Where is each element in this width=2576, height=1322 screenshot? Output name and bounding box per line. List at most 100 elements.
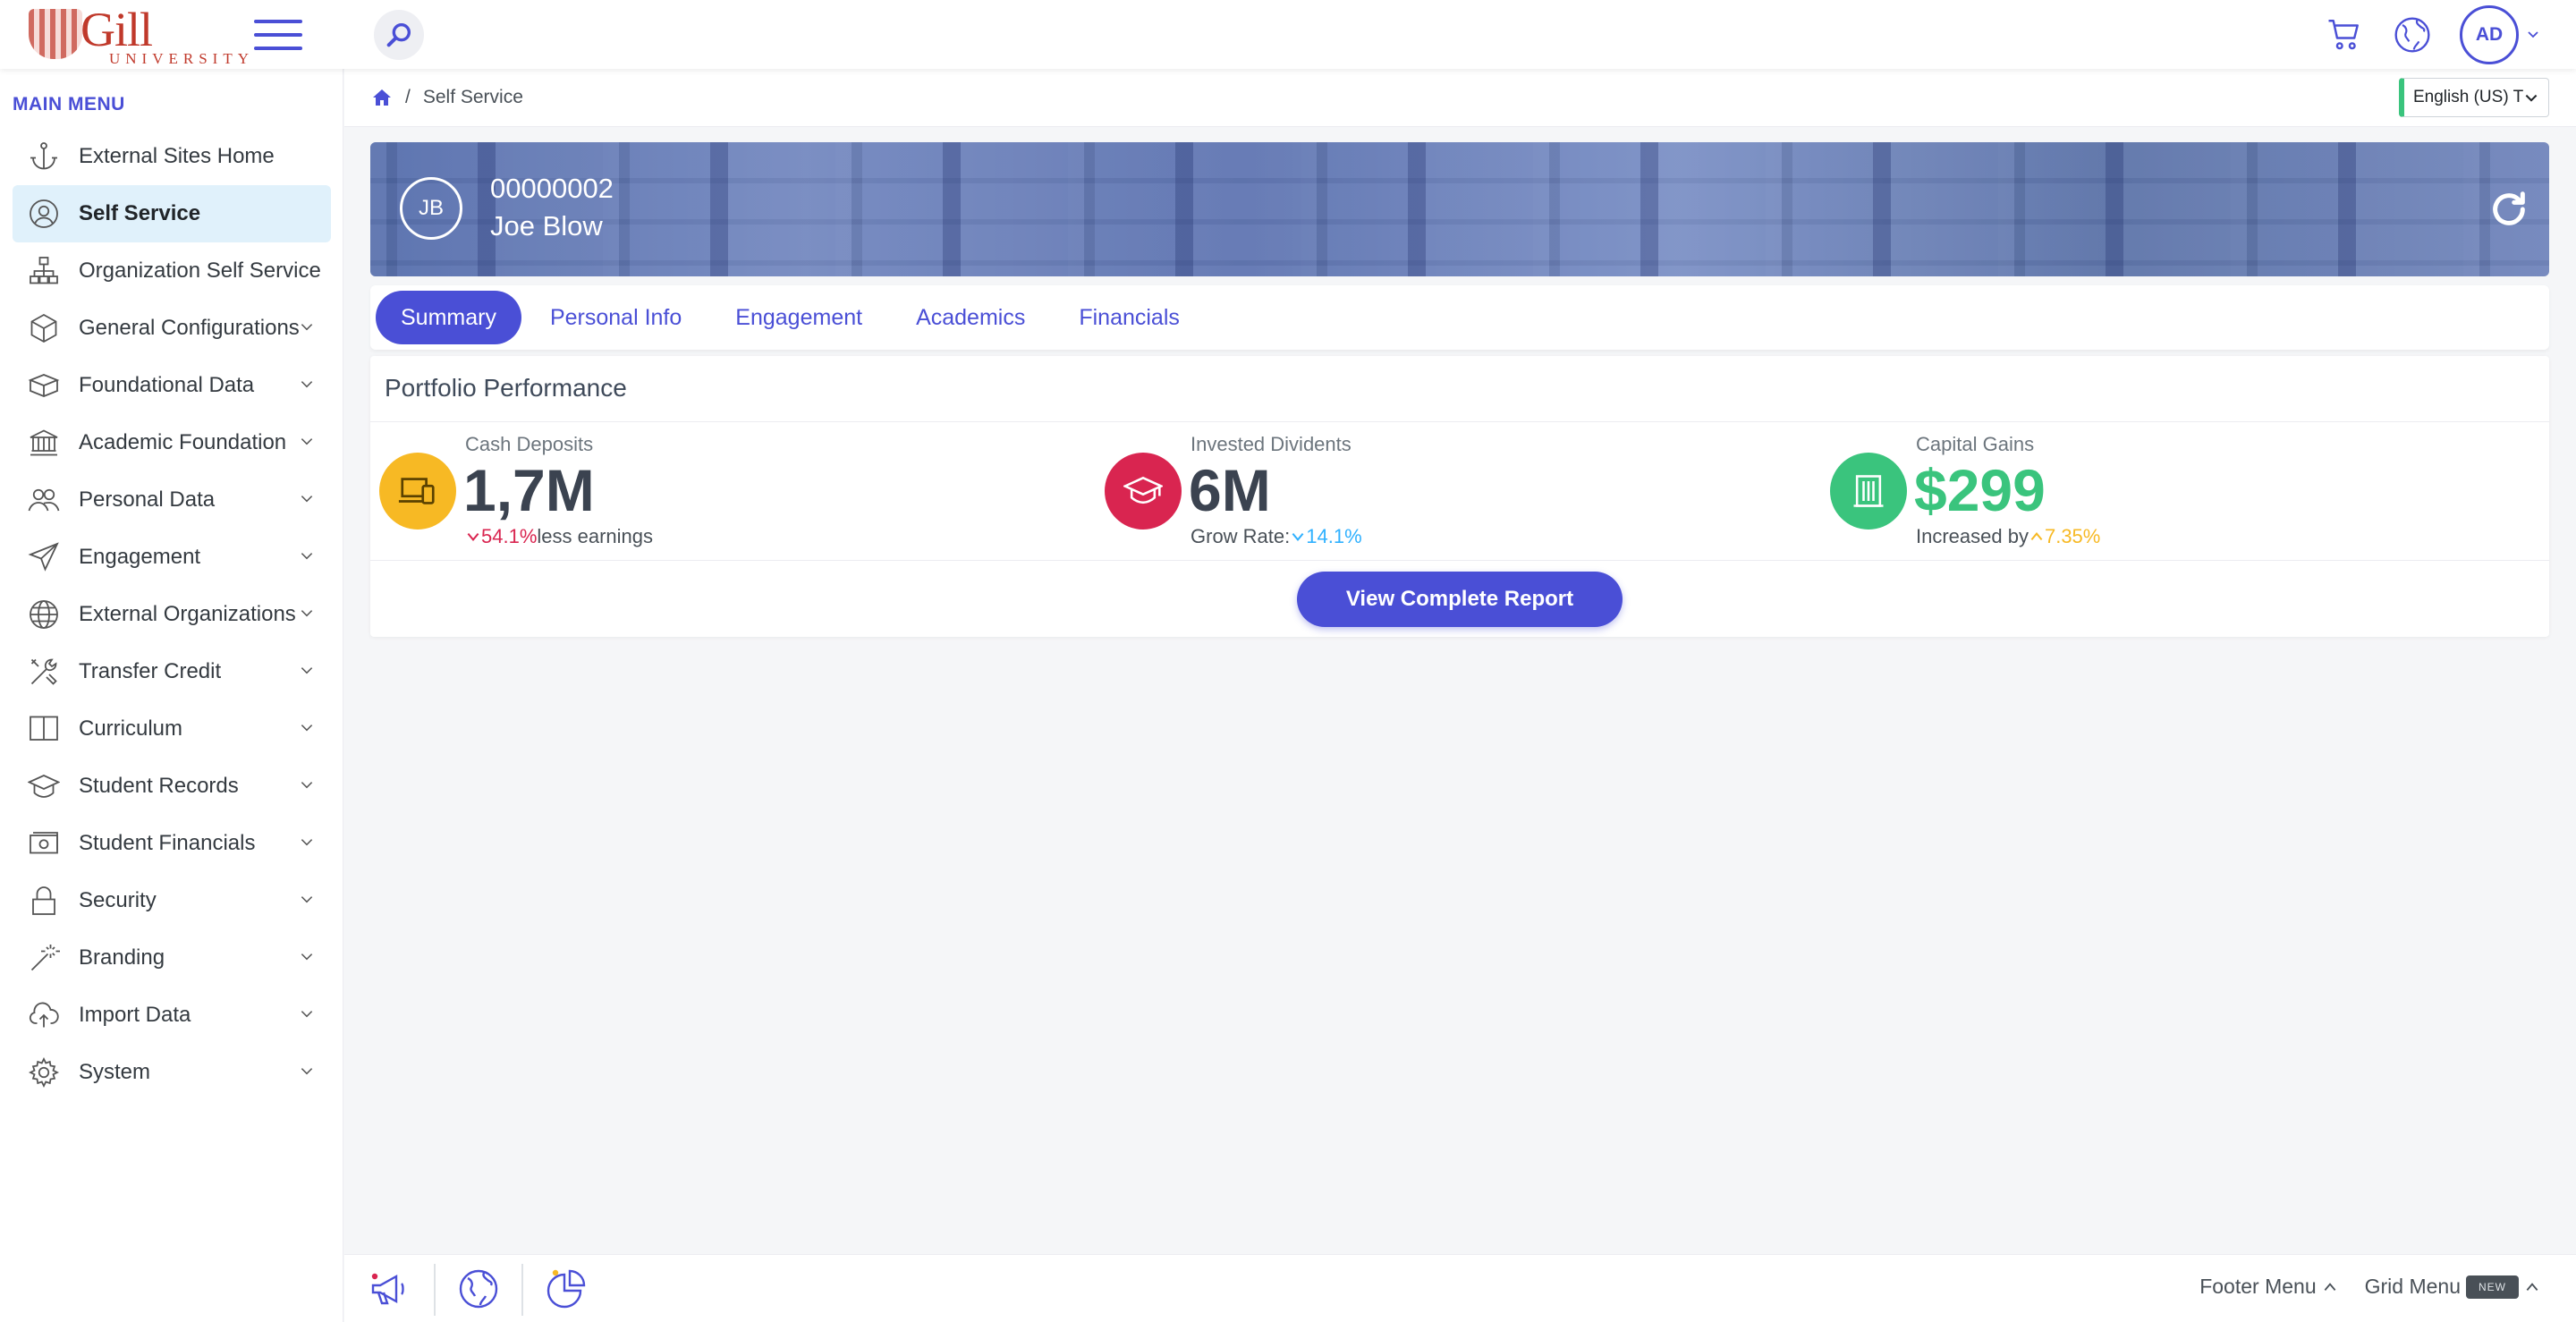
sidebar-item-label: Security (79, 888, 157, 912)
sidebar-item-label: System (79, 1060, 151, 1084)
metric-suffix: less earnings (537, 525, 654, 547)
globe-button[interactable] (2392, 14, 2433, 55)
tab-engagement[interactable]: Engagement (710, 291, 887, 344)
globe-icon (2394, 17, 2430, 53)
sidebar-item-curriculum[interactable]: Curriculum (13, 700, 331, 758)
chevron-down-icon (301, 324, 313, 331)
box-icon (27, 311, 61, 345)
sidebar-item-foundational-data[interactable]: Foundational Data (13, 357, 331, 414)
search-button[interactable] (374, 10, 424, 60)
view-complete-report-button[interactable]: View Complete Report (1297, 572, 1623, 627)
tab-summary[interactable]: Summary (376, 291, 521, 344)
chevron-down-icon (301, 553, 313, 560)
grid-menu-toggle[interactable]: Grid Menu NEW (2365, 1275, 2540, 1299)
sidebar-item-student-records[interactable]: Student Records (13, 758, 331, 815)
metric-value: 1,7M (463, 457, 595, 523)
divider (370, 560, 2549, 561)
profile-tabs: Summary Personal Info Engagement Academi… (370, 285, 2549, 350)
breadcrumb-separator: / (405, 87, 411, 107)
metric-percent: 54.1% (481, 525, 538, 547)
new-badge: NEW (2466, 1275, 2519, 1299)
sidebar-item-label: Engagement (79, 545, 201, 569)
globe-button[interactable] (453, 1266, 504, 1312)
tab-academics[interactable]: Academics (891, 291, 1050, 344)
metric-sub: Grow Rate: 14.1% (1191, 525, 1362, 548)
metric-value: 6M (1189, 457, 1271, 523)
chevron-up-icon (2030, 532, 2043, 541)
sidebar-item-system[interactable]: System (13, 1044, 331, 1101)
laptop-icon (379, 453, 456, 530)
tab-personal-info[interactable]: Personal Info (525, 291, 707, 344)
sidebar-item-label: Student Records (79, 774, 239, 798)
metric-label: Invested Dividents (1191, 433, 1352, 455)
metric-capital-gains: Capital Gains $299 Increased by 7.35% (1821, 433, 2537, 558)
university-logo[interactable]: Gill UNIVERSITY (29, 5, 249, 67)
hamburger-menu-icon[interactable] (254, 20, 302, 52)
chevron-down-icon (2528, 31, 2538, 38)
chevron-down-icon (301, 782, 313, 789)
sidebar-item-self-service[interactable]: Self Service (13, 185, 331, 242)
sidebar-item-student-financials[interactable]: Student Financials (13, 815, 331, 872)
sidebar-item-academic-foundation[interactable]: Academic Foundation (13, 414, 331, 471)
metric-sub: Increased by 7.35% (1916, 525, 2100, 548)
chevron-up-icon (2526, 1282, 2538, 1291)
sidebar-heading: MAIN MENU (13, 94, 125, 114)
sidebar-item-label: Foundational Data (79, 373, 255, 397)
sidebar-item-engagement[interactable]: Engagement (13, 529, 331, 586)
profile-name: Joe Blow (490, 210, 603, 242)
sidebar-item-import-data[interactable]: Import Data (13, 987, 331, 1044)
sidebar-item-label: Transfer Credit (79, 659, 222, 683)
sidebar-item-label: Import Data (79, 1003, 191, 1027)
globe-icon (459, 1269, 498, 1309)
sidebar-item-personal-data[interactable]: Personal Data (13, 471, 331, 529)
money-icon (27, 826, 61, 860)
tools-icon (27, 655, 61, 689)
search-icon (386, 22, 411, 47)
sidebar-item-organization-self-service[interactable]: Organization Self Service (13, 242, 331, 300)
chevron-down-icon (301, 839, 313, 846)
chevron-up-icon (2324, 1282, 2335, 1291)
anchor-icon (27, 140, 61, 174)
chevron-down-icon (301, 381, 313, 388)
language-select[interactable]: English (US) T (2399, 78, 2549, 117)
metric-invested-dividents: Invested Dividents 6M Grow Rate: 14.1% (1096, 433, 1811, 558)
profile-id: 00000002 (490, 173, 614, 204)
metric-percent: 7.35% (2044, 525, 2101, 547)
sidebar-item-transfer-credit[interactable]: Transfer Credit (13, 643, 331, 700)
sidebar-item-branding[interactable]: Branding (13, 929, 331, 987)
sidebar-item-label: Self Service (79, 201, 201, 225)
sidebar-item-external-sites-home[interactable]: External Sites Home (13, 128, 331, 185)
breadcrumb-current: Self Service (422, 87, 523, 107)
avatar[interactable]: AD (2460, 5, 2519, 64)
megaphone-button[interactable] (364, 1266, 414, 1312)
chevron-down-icon (301, 953, 313, 961)
home-icon[interactable] (371, 87, 393, 108)
logo-subtext: UNIVERSITY (109, 50, 254, 67)
refresh-icon[interactable] (2488, 189, 2529, 230)
divider (434, 1264, 436, 1316)
footer-menu-toggle[interactable]: Footer Menu (2199, 1275, 2337, 1299)
chevron-down-icon (301, 496, 313, 503)
sidebar-item-label: Curriculum (79, 716, 183, 741)
chevron-down-icon (301, 667, 313, 674)
graduation-cap-icon (1105, 453, 1182, 530)
org-chart-icon (27, 254, 61, 288)
chart-button[interactable] (541, 1266, 591, 1312)
sidebar-item-general-configurations[interactable]: General Configurations (13, 300, 331, 357)
sidebar-item-external-organizations[interactable]: External Organizations (13, 586, 331, 643)
tab-financials[interactable]: Financials (1054, 291, 1205, 344)
cart-button[interactable] (2324, 14, 2365, 55)
sidebar-item-security[interactable]: Security (13, 872, 331, 929)
top-bar: Gill UNIVERSITY AD (0, 0, 2576, 69)
profile-avatar: JB (400, 177, 462, 240)
breadcrumb: / Self Service (371, 87, 523, 108)
chevron-down-icon (301, 438, 313, 445)
user-menu[interactable]: AD (2460, 5, 2540, 64)
breadcrumb-bar: / Self Service English (US) T (344, 69, 2576, 127)
sidebar-item-label: Branding (79, 945, 165, 970)
globe-icon (27, 597, 61, 631)
cog-icon (27, 1055, 61, 1089)
boxes-icon (27, 369, 61, 403)
chevron-down-icon (467, 532, 479, 541)
megaphone-icon (371, 1273, 404, 1305)
